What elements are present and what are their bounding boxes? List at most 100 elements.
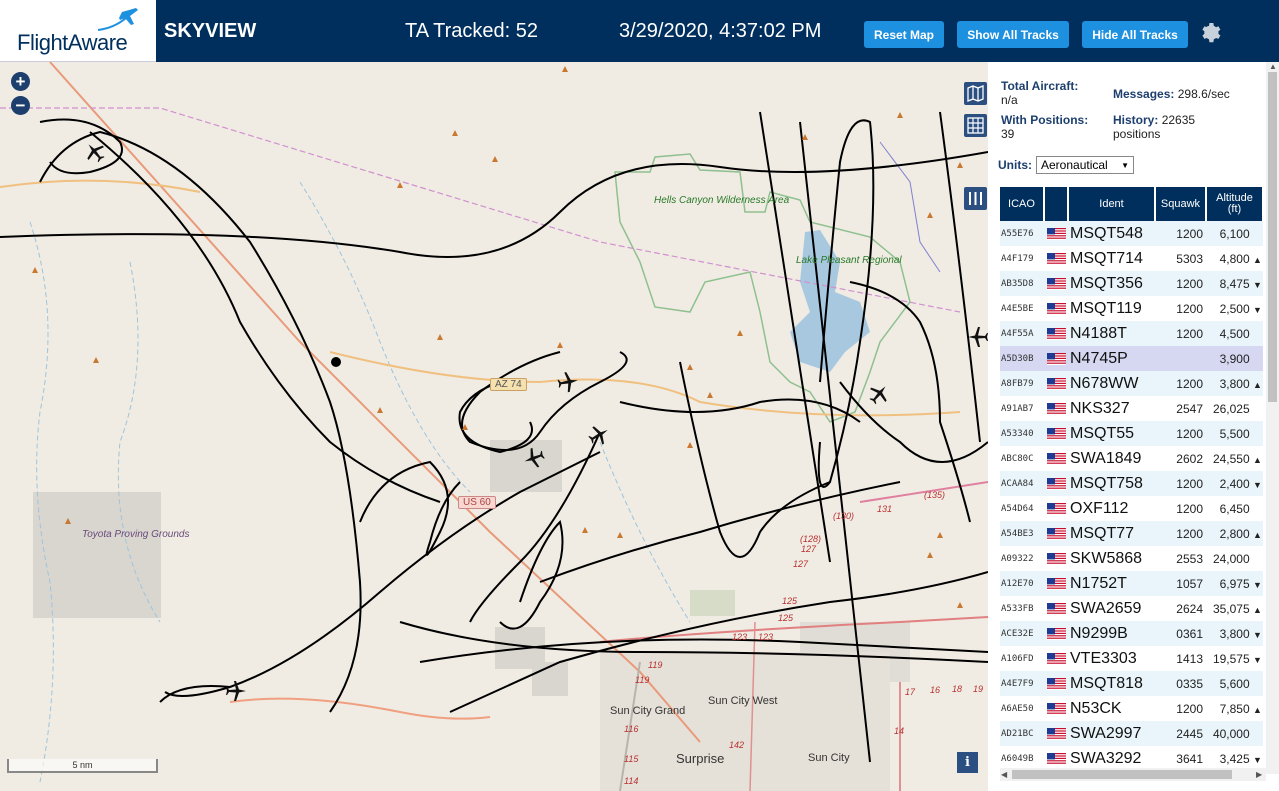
road-label: 123 (732, 632, 748, 642)
altitude-cell: 5,600 (1206, 671, 1263, 696)
map-canvas[interactable]: Hells Canyon Wilderness Area Lake Pleasa… (0, 62, 988, 791)
altitude-cell: 5,500 (1206, 421, 1263, 446)
squawk-cell: 1200 (1155, 221, 1206, 246)
ident-cell: N1752T (1068, 571, 1155, 596)
table-row[interactable]: A8FB79 N678WW 1200 3,800 ▲ (1000, 371, 1263, 396)
table-row[interactable]: A4E7F9 MSQT818 0335 5,600 (1000, 671, 1263, 696)
altitude-trend-icon: ▼ (1253, 654, 1262, 665)
column-header-ident[interactable]: Ident (1068, 187, 1156, 221)
squawk-cell: 1200 (1155, 421, 1206, 446)
icao-cell: A55E76 (1000, 221, 1044, 246)
altitude-trend-icon: ▲ (1253, 529, 1262, 540)
table-row[interactable]: A4F55A N4188T 1200 4,500 (1000, 321, 1263, 346)
table-row[interactable]: A4E5BE MSQT119 1200 2,500 ▼ (1000, 296, 1263, 321)
map-label-hells-canyon: Hells Canyon Wilderness Area (654, 195, 790, 206)
table-row[interactable]: A55E76 MSQT548 1200 6,100 (1000, 221, 1263, 246)
table-row[interactable]: A91AB7 NKS327 2547 26,025 (1000, 396, 1263, 421)
road-label: 114 (624, 776, 639, 786)
aircraft-icon[interactable] (587, 423, 611, 447)
squawk-cell: 1200 (1155, 521, 1206, 546)
flightaware-logo[interactable]: FlightAware (0, 0, 156, 62)
aircraft-table-container[interactable]: ICAO Ident Squawk Altitude (ft) A55E76 MSQ… (1000, 187, 1263, 770)
map-layers-button[interactable] (964, 82, 987, 105)
icao-cell: A12E70 (1000, 571, 1044, 596)
history-label: History: (1113, 113, 1159, 127)
table-row[interactable]: AD21BC SWA2997 2445 40,000 (1000, 721, 1263, 746)
hide-all-tracks-button[interactable]: Hide All Tracks (1082, 21, 1188, 48)
altitude-cell: 3,800 ▲ (1206, 371, 1263, 396)
column-header-squawk[interactable]: Squawk (1155, 187, 1207, 221)
road-label: 127 (801, 544, 817, 554)
altitude-value: 3,425 (1219, 751, 1250, 766)
aircraft-icon[interactable] (83, 140, 107, 164)
altitude-cell: 4,800 ▲ (1206, 246, 1263, 271)
aircraft-icon[interactable] (224, 679, 248, 703)
icao-cell: AD21BC (1000, 721, 1044, 746)
units-select[interactable]: Aeronautical ▼ (1036, 156, 1134, 174)
us-flag-icon (1044, 596, 1068, 621)
table-row[interactable]: A53340 MSQT55 1200 5,500 (1000, 421, 1263, 446)
table-row[interactable]: A533FB SWA2659 2624 35,075 ▲ (1000, 596, 1263, 621)
table-row[interactable]: AB35D8 MSQT356 1200 8,475 ▼ (1000, 271, 1263, 296)
table-row[interactable]: ACE32E N9299B 0361 3,800 ▼ (1000, 621, 1263, 646)
scroll-right-icon[interactable]: ▶ (1256, 770, 1262, 779)
vertical-scrollbar[interactable]: ▲ (1266, 62, 1279, 774)
road-shield-az74: AZ 74 (490, 378, 527, 391)
zoom-in-button[interactable]: + (11, 72, 30, 91)
road-label: 119 (648, 660, 663, 670)
show-all-tracks-button[interactable]: Show All Tracks (957, 21, 1069, 48)
column-header-icao[interactable]: ICAO (1000, 187, 1045, 221)
aircraft-icon[interactable] (966, 325, 988, 349)
scrollbar-thumb[interactable] (1012, 770, 1232, 779)
icao-cell: ABC80C (1000, 446, 1044, 471)
table-row[interactable]: A6AE50 N53CK 1200 7,850 ▲ (1000, 696, 1263, 721)
altitude-trend-icon: ▲ (1253, 254, 1262, 265)
altitude-value: 3,800 (1219, 626, 1250, 641)
column-header-flag[interactable] (1044, 187, 1069, 221)
units-row: Units: Aeronautical ▼ (998, 156, 1134, 174)
aircraft-icon[interactable] (867, 382, 891, 406)
squawk-cell: 2445 (1155, 721, 1206, 746)
squawk-cell: 3641 (1155, 746, 1206, 770)
map-city-sun-city: Sun City (808, 752, 850, 764)
info-button[interactable]: i (957, 752, 978, 773)
squawk-cell: 1200 (1155, 371, 1206, 396)
ident-cell: SWA1849 (1068, 446, 1155, 471)
squawk-cell: 2602 (1155, 446, 1206, 471)
altitude-value: 40,000 (1212, 726, 1250, 741)
altitude-value: 3,800 (1219, 376, 1250, 391)
altitude-value: 4,500 (1219, 326, 1250, 341)
table-row[interactable]: A09322 SKW5868 2553 24,000 (1000, 546, 1263, 571)
aircraft-icon[interactable] (522, 446, 546, 470)
toggle-sidebar-button[interactable] (964, 187, 987, 210)
zoom-out-button[interactable]: − (11, 96, 30, 115)
column-header-altitude[interactable]: Altitude (ft) (1206, 187, 1263, 221)
table-row[interactable]: A5D30B N4745P 3,900 (1000, 346, 1263, 371)
logo-text: FlightAware (17, 30, 128, 55)
table-row[interactable]: ACAA84 MSQT758 1200 2,400 ▼ (1000, 471, 1263, 496)
columns-icon (969, 192, 982, 205)
us-flag-icon (1044, 521, 1068, 546)
squawk-cell (1155, 346, 1206, 371)
horizontal-scrollbar[interactable]: ◀ ▶ (1000, 768, 1266, 781)
squawk-cell: 0335 (1155, 671, 1206, 696)
altitude-cell: 35,075 ▲ (1206, 596, 1263, 621)
table-row[interactable]: ABC80C SWA1849 2602 24,550 ▲ (1000, 446, 1263, 471)
table-row[interactable]: A12E70 N1752T 1057 6,975 ▼ (1000, 571, 1263, 596)
table-row[interactable]: A54BE3 MSQT77 1200 2,800 ▲ (1000, 521, 1263, 546)
table-row[interactable]: A6049B SWA3292 3641 3,425 ▼ (1000, 746, 1263, 770)
table-row[interactable]: A4F179 MSQT714 5303 4,800 ▲ (1000, 246, 1263, 271)
clock: 3/29/2020, 4:37:02 PM (619, 20, 822, 42)
messages-label: Messages: (1113, 87, 1175, 101)
table-row[interactable]: A54D64 OXF112 1200 6,450 (1000, 496, 1263, 521)
scrollbar-thumb[interactable] (1268, 72, 1277, 402)
range-grid-button[interactable] (964, 114, 987, 137)
squawk-cell: 2547 (1155, 396, 1206, 421)
aircraft-icon[interactable] (556, 370, 580, 394)
gear-icon[interactable] (1199, 20, 1223, 44)
reset-map-button[interactable]: Reset Map (864, 21, 944, 48)
table-row[interactable]: A106FD VTE3303 1413 19,575 ▼ (1000, 646, 1263, 671)
scroll-left-icon[interactable]: ◀ (1001, 770, 1007, 779)
scroll-up-icon[interactable]: ▲ (1269, 62, 1277, 71)
icao-cell: A54BE3 (1000, 521, 1044, 546)
